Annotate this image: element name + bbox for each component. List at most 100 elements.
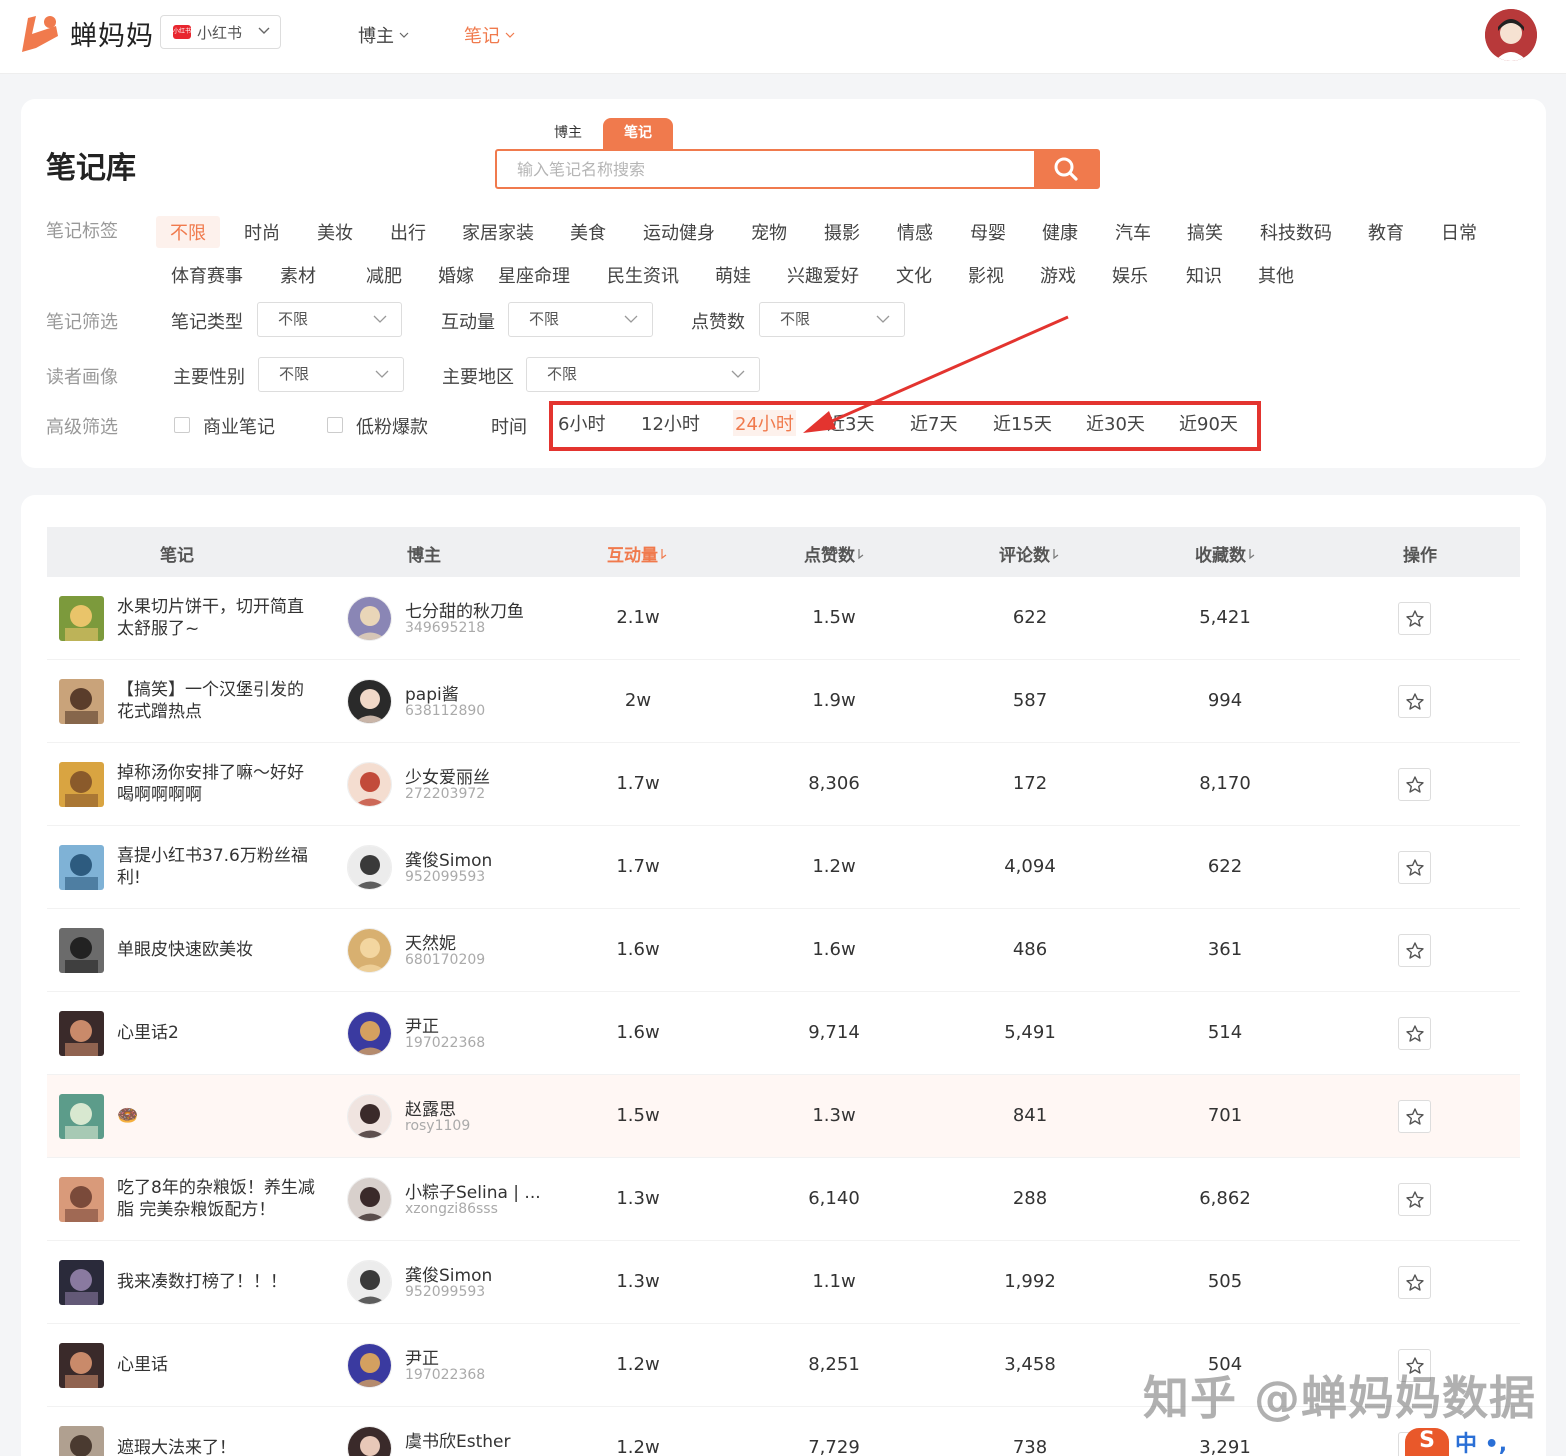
tag-item[interactable]: 家居家装 <box>462 219 534 245</box>
note-thumbnail[interactable] <box>59 1094 104 1139</box>
tag-item[interactable]: 萌娃 <box>715 262 751 288</box>
blogger-avatar[interactable] <box>347 1260 392 1305</box>
blogger-avatar[interactable] <box>347 1343 392 1388</box>
blogger-avatar[interactable] <box>347 928 392 973</box>
blogger-avatar[interactable] <box>347 679 392 724</box>
tag-item[interactable]: 星座命理 <box>498 262 570 288</box>
col-header-interaction[interactable]: 互动量 <box>607 541 667 566</box>
blogger-name[interactable]: 龚俊Simon <box>405 846 492 871</box>
blogger-name[interactable]: 少女爱丽丝 <box>405 763 490 788</box>
tag-item[interactable]: 美食 <box>570 219 606 245</box>
blogger-name[interactable]: 七分甜的秋刀鱼 <box>405 597 524 622</box>
blogger-name[interactable]: 尹正 <box>405 1012 439 1037</box>
note-thumbnail[interactable] <box>59 845 104 890</box>
note-title[interactable]: 单眼皮快速欧美妆 <box>117 939 317 961</box>
time-option[interactable]: 12小时 <box>641 410 700 436</box>
note-title[interactable]: 心里话 <box>117 1354 317 1376</box>
blogger-name[interactable]: papi酱 <box>405 680 459 705</box>
table-row[interactable]: 吃了8年的杂粮饭！养生减脂 完美杂粮饭配方！ 小粽子Selina | ... x… <box>47 1158 1520 1241</box>
tag-item[interactable]: 汽车 <box>1115 219 1151 245</box>
tag-item[interactable]: 其他 <box>1258 262 1294 288</box>
time-option[interactable]: 近90天 <box>1179 410 1238 436</box>
blogger-name[interactable]: 龚俊Simon <box>405 1261 492 1286</box>
blogger-avatar[interactable] <box>347 1011 392 1056</box>
tag-item[interactable]: 母婴 <box>970 219 1006 245</box>
nav-notes[interactable]: 笔记 <box>464 22 515 48</box>
gender-select[interactable]: 不限 <box>258 357 404 392</box>
blogger-avatar[interactable] <box>347 762 392 807</box>
blogger-name[interactable]: 赵露思 <box>405 1095 456 1120</box>
col-header-favorites[interactable]: 收藏数 <box>1195 541 1255 566</box>
favorite-button[interactable] <box>1398 768 1431 801</box>
table-row[interactable]: 心里话2 尹正 197022368 1.6w 9,714 5,491 514 <box>47 992 1520 1075</box>
favorite-button[interactable] <box>1398 1017 1431 1050</box>
tag-item[interactable]: 民生资讯 <box>607 262 679 288</box>
favorite-button[interactable] <box>1398 602 1431 635</box>
tag-item[interactable]: 日常 <box>1441 219 1477 245</box>
note-title[interactable]: 喜提小红书37.6万粉丝福利! <box>117 845 317 889</box>
nav-bloggers[interactable]: 博主 <box>358 22 409 48</box>
table-row[interactable]: 喜提小红书37.6万粉丝福利! 龚俊Simon 952099593 1.7w 1… <box>47 826 1520 909</box>
search-button[interactable] <box>1034 151 1098 187</box>
note-title[interactable]: 水果切片饼干，切开简直太舒服了~ <box>117 596 317 640</box>
favorite-button[interactable] <box>1398 685 1431 718</box>
tag-item[interactable]: 时尚 <box>244 219 280 245</box>
note-title[interactable]: 【搞笑】一个汉堡引发的花式蹭热点 <box>117 679 317 723</box>
low-fan-hit-checkbox[interactable] <box>327 417 343 433</box>
note-title[interactable]: 我来凑数打榜了！！！ <box>117 1271 317 1293</box>
tag-item[interactable]: 兴趣爱好 <box>787 262 859 288</box>
platform-select[interactable]: 小红书 小红书 <box>160 15 281 49</box>
tag-item[interactable]: 健康 <box>1042 219 1078 245</box>
tag-all[interactable]: 不限 <box>156 216 220 248</box>
col-header-likes[interactable]: 点赞数 <box>804 541 864 566</box>
note-title[interactable]: 心里话2 <box>117 1022 317 1044</box>
note-title[interactable]: 遮瑕大法来了！ <box>117 1437 317 1456</box>
blogger-name[interactable]: 小粽子Selina | ... <box>405 1178 541 1203</box>
tag-item[interactable]: 知识 <box>1186 262 1222 288</box>
favorite-button[interactable] <box>1398 934 1431 967</box>
table-row[interactable]: 【搞笑】一个汉堡引发的花式蹭热点 papi酱 638112890 2w 1.9w… <box>47 660 1520 743</box>
note-thumbnail[interactable] <box>59 1426 104 1456</box>
note-thumbnail[interactable] <box>59 928 104 973</box>
col-header-comments[interactable]: 评论数 <box>999 541 1059 566</box>
brand-logo[interactable]: 蝉妈妈 <box>18 12 154 54</box>
tag-item[interactable]: 宠物 <box>751 219 787 245</box>
blogger-avatar[interactable] <box>347 1177 392 1222</box>
favorite-button[interactable] <box>1398 1183 1431 1216</box>
blogger-name[interactable]: 尹正 <box>405 1344 439 1369</box>
table-row[interactable]: 单眼皮快速欧美妆 天然妮 680170209 1.6w 1.6w 486 361 <box>47 909 1520 992</box>
note-thumbnail[interactable] <box>59 679 104 724</box>
user-avatar[interactable] <box>1485 9 1537 61</box>
tag-item[interactable]: 搞笑 <box>1187 219 1223 245</box>
blogger-avatar[interactable] <box>347 845 392 890</box>
tag-item[interactable]: 出行 <box>390 219 426 245</box>
table-row[interactable]: 🍩 赵露思 rosy1109 1.5w 1.3w 841 701 <box>47 1075 1520 1158</box>
note-thumbnail[interactable] <box>59 596 104 641</box>
search-tab-bloggers[interactable]: 博主 <box>533 118 603 149</box>
note-thumbnail[interactable] <box>59 762 104 807</box>
tag-item[interactable]: 科技数码 <box>1260 219 1332 245</box>
tag-item[interactable]: 情感 <box>897 219 933 245</box>
interaction-select[interactable]: 不限 <box>508 302 653 337</box>
blogger-name[interactable]: 天然妮 <box>405 929 456 954</box>
tag-item[interactable]: 素材 <box>280 262 316 288</box>
favorite-button[interactable] <box>1398 1266 1431 1299</box>
note-title[interactable]: 🍩 <box>117 1105 317 1127</box>
search-tab-notes[interactable]: 笔记 <box>603 118 673 149</box>
note-title[interactable]: 掉称汤你安排了嘛～好好喝啊啊啊啊 <box>117 762 317 806</box>
tag-item[interactable]: 婚嫁 <box>438 262 474 288</box>
ime-toolbar[interactable]: S 中 •, <box>1405 1428 1565 1456</box>
tag-item[interactable]: 美妆 <box>317 219 353 245</box>
note-title[interactable]: 吃了8年的杂粮饭！养生减脂 完美杂粮饭配方！ <box>117 1177 317 1221</box>
tag-item[interactable]: 娱乐 <box>1112 262 1148 288</box>
note-thumbnail[interactable] <box>59 1177 104 1222</box>
blogger-avatar[interactable] <box>347 1094 392 1139</box>
tag-item[interactable]: 摄影 <box>824 219 860 245</box>
table-row[interactable]: 我来凑数打榜了！！！ 龚俊Simon 952099593 1.3w 1.1w 1… <box>47 1241 1520 1324</box>
tag-item[interactable]: 教育 <box>1368 219 1404 245</box>
table-row[interactable]: 掉称汤你安排了嘛～好好喝啊啊啊啊 少女爱丽丝 272203972 1.7w 8,… <box>47 743 1520 826</box>
blogger-name[interactable]: 虞书欣Esther <box>405 1427 511 1452</box>
note-type-select[interactable]: 不限 <box>257 302 402 337</box>
note-thumbnail[interactable] <box>59 1011 104 1056</box>
table-row[interactable]: 水果切片饼干，切开简直太舒服了~ 七分甜的秋刀鱼 349695218 2.1w … <box>47 577 1520 660</box>
